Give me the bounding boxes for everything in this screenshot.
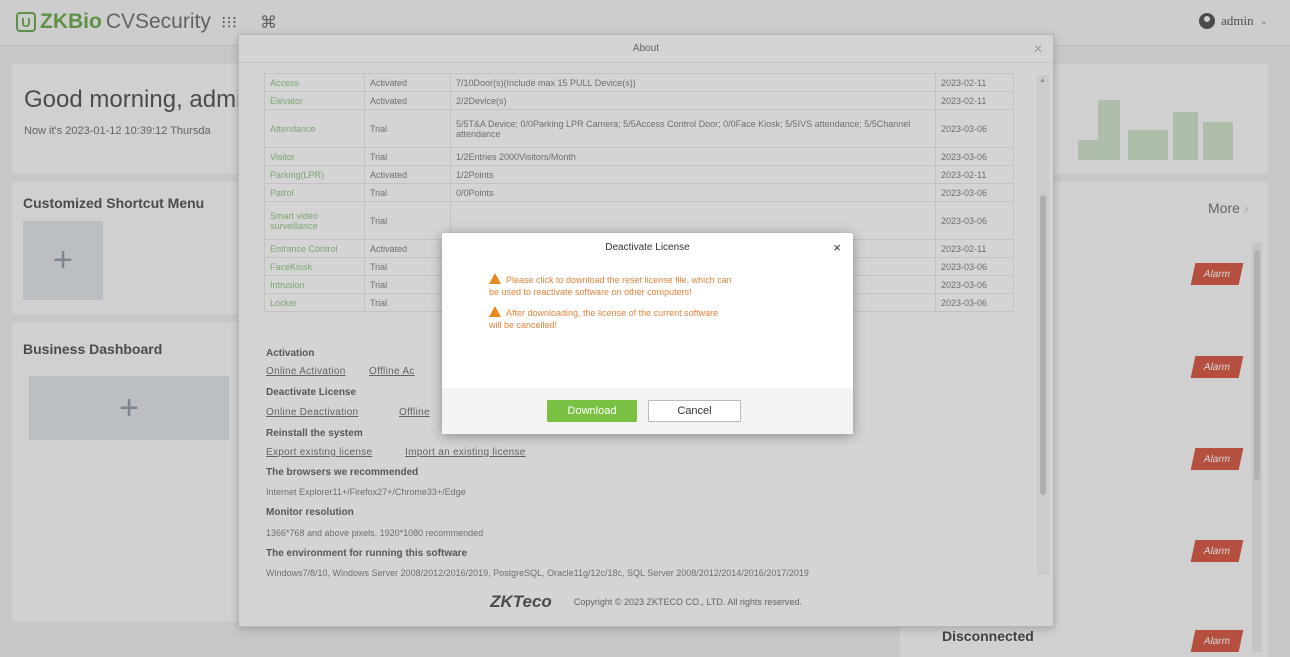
close-icon[interactable]: ×: [833, 233, 841, 262]
warning-icon: [489, 306, 501, 317]
warning-1-line-b: be used to reactivate software on other …: [489, 287, 692, 297]
download-button[interactable]: Download: [547, 400, 637, 422]
deactivate-license-modal: Deactivate License × Please click to dow…: [442, 233, 853, 434]
warning-1-line-a: Please click to download the reset licen…: [506, 275, 732, 285]
warning-2-line-a: After downloading, the license of the cu…: [506, 308, 719, 318]
warning-2-line-b: will be cancelled!: [489, 320, 558, 330]
warning-message-1: Please click to download the reset licen…: [489, 273, 732, 298]
modal-title: Deactivate License: [605, 242, 690, 253]
modal-header: Deactivate License ×: [442, 233, 853, 262]
warning-icon: [489, 273, 501, 284]
warning-message-2: After downloading, the license of the cu…: [489, 306, 718, 331]
cancel-button[interactable]: Cancel: [648, 400, 741, 422]
